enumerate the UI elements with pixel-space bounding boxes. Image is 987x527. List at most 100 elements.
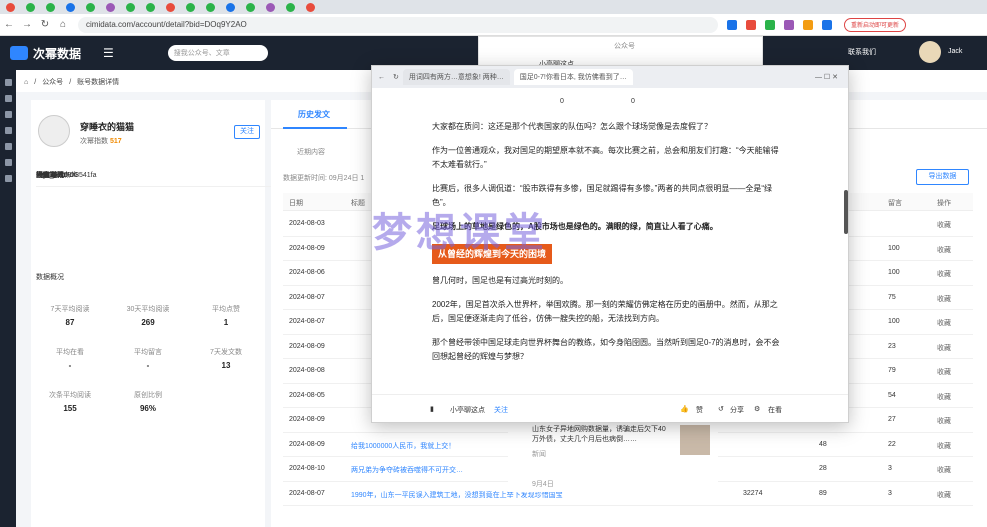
row-title[interactable]: 两兄弟为争夺砖被吞噬得不可开交… [351,465,463,475]
tab-favicon[interactable] [6,2,15,12]
forward-icon[interactable]: → [18,19,36,30]
footer-like[interactable]: 赞 [696,405,703,415]
recent-filter[interactable]: 近期内容 [297,147,325,157]
stat-label: 7天平均阅读 [50,306,90,313]
view-icon[interactable]: ⚙ [754,405,760,413]
export-button[interactable]: 导出数据 [916,169,969,185]
row-read: 32274 [743,489,763,497]
row-favorite[interactable]: 收藏 [937,220,951,230]
tab-favicon[interactable] [286,2,295,12]
home-icon[interactable] [4,79,12,86]
extension-icon[interactable] [784,19,794,30]
row-favorite[interactable]: 收藏 [937,294,951,304]
news-text[interactable]: 山东女子异地网购数据量，诱骗走后欠下40万外债，丈夫几个月后也病倒…… [532,425,672,445]
extension-icon[interactable] [803,19,813,30]
chart-icon[interactable] [4,127,12,134]
tab-favicon[interactable] [206,2,215,12]
account-name: 穿睡衣的猫猫 [80,122,135,132]
tab-favicon[interactable] [246,2,255,12]
edit-icon[interactable] [4,143,12,150]
row-date: 2024-08-09 [289,342,325,350]
row-favorite[interactable]: 收藏 [937,441,951,451]
popup-scrollbar[interactable] [844,190,848,234]
search-input[interactable]: 搜我公众号、文章 [167,45,268,61]
popup-tab-bar: ← ↻ 用词四有两方…意想象! 两种… 国足0-7!你看日本, 我仿佛看到了… … [372,66,848,88]
row-favorite[interactable]: 收藏 [937,490,951,500]
row-date: 2024-08-08 [289,367,325,374]
stat-item: 7天发文数 13 [187,347,265,370]
breadcrumb-item[interactable]: 公众号 [42,77,63,87]
footer-follow[interactable]: 关注 [494,405,508,415]
tab-favicon[interactable] [26,2,35,12]
index-value: 517 [109,138,122,145]
tab-favicon[interactable] [146,2,155,12]
row-date: 2024-08-05 [289,391,325,399]
user-name[interactable]: Jack [948,48,962,55]
row-favorite[interactable]: 收藏 [937,392,951,402]
col-date: 日期 [289,200,303,207]
tab-history[interactable]: 历史发文 [298,109,330,120]
tab-favicon[interactable] [226,2,235,12]
footer-author[interactable]: 小亭聊这点 [450,405,485,415]
menu-icon[interactable]: ☰ [103,46,114,60]
row-date: 2024-08-03 [289,220,325,227]
popup-window-controls[interactable]: — ☐ ✕ [815,73,838,81]
like-icon[interactable]: 👍 [680,405,689,413]
stat-value: 13 [221,361,231,370]
row-date: 2024-08-07 [289,293,325,301]
logo-icon [10,46,28,60]
tab-favicon[interactable] [306,2,315,12]
news-thumbnail[interactable] [680,425,710,455]
row-favorite[interactable]: 收藏 [937,343,951,353]
row-favorite[interactable]: 收藏 [937,465,951,475]
popup-tab-active[interactable]: 国足0-7!你看日本, 我仿佛看到了… [513,69,633,85]
popup-reload-icon[interactable]: ↻ [393,73,399,81]
address-bar: ← → ↻ ⌂ cimidata.com/account/detail?bid=… [0,14,987,36]
popup-back-icon[interactable]: ← [378,74,385,81]
stat-label: 30天平均阅读 [126,306,170,313]
tab-favicon[interactable] [86,2,95,12]
update-button[interactable]: 重新启动即可更新 [844,17,907,32]
footer-view[interactable]: 在看 [768,405,782,415]
tab-favicon[interactable] [266,2,275,12]
col-title: 标题 [351,200,365,207]
home-icon[interactable]: ⌂ [54,19,72,30]
site-logo[interactable]: 次幂数据 [10,45,81,62]
row-favorite[interactable]: 收藏 [937,367,951,377]
search-icon[interactable] [4,95,12,102]
row-favorite[interactable]: 收藏 [937,269,951,279]
back-icon[interactable]: ← [0,19,18,30]
row-like: 48 [819,440,827,448]
stat-value: 1 [223,318,229,327]
share-icon[interactable]: ↺ [718,405,724,413]
extension-icon[interactable] [727,19,737,30]
tab-favicon[interactable] [106,2,115,12]
breadcrumb: ⌂ / 公众号 / 账号数据详情 [24,72,119,92]
row-title[interactable]: 给我1000000人民币，我就上交！ [351,441,455,451]
tab-favicon[interactable] [126,2,135,12]
tab-favicon[interactable] [186,2,195,12]
cart-icon[interactable] [4,159,12,166]
extension-icon[interactable] [765,19,775,30]
tab-favicon[interactable] [46,2,55,12]
follow-button[interactable]: 关注 [234,125,260,139]
extension-icon[interactable] [822,19,832,30]
contact-link[interactable]: 联系我们 [848,47,876,57]
url-input[interactable]: cimidata.com/account/detail?bid=DOq9Y2AO [78,16,718,33]
tab-favicon[interactable] [166,2,175,12]
user-icon[interactable] [4,175,12,182]
reload-icon[interactable]: ↻ [36,19,54,30]
popup-tab[interactable]: 用词四有两方…意想象! 两种… [402,69,510,85]
row-comment: 54 [888,391,896,399]
footer-share[interactable]: 分享 [730,405,744,415]
extension-icon[interactable] [746,19,756,30]
row-favorite[interactable]: 收藏 [937,318,951,328]
avatar[interactable] [919,41,941,63]
row-favorite[interactable]: 收藏 [937,245,951,255]
document-icon[interactable] [4,111,12,118]
home-icon[interactable]: ⌂ [24,79,28,86]
tab-favicon[interactable] [66,2,75,12]
stat-label: 原创比例 [134,392,162,399]
stat-item: 平均在看 - [31,347,109,370]
row-favorite[interactable]: 收藏 [937,416,951,426]
